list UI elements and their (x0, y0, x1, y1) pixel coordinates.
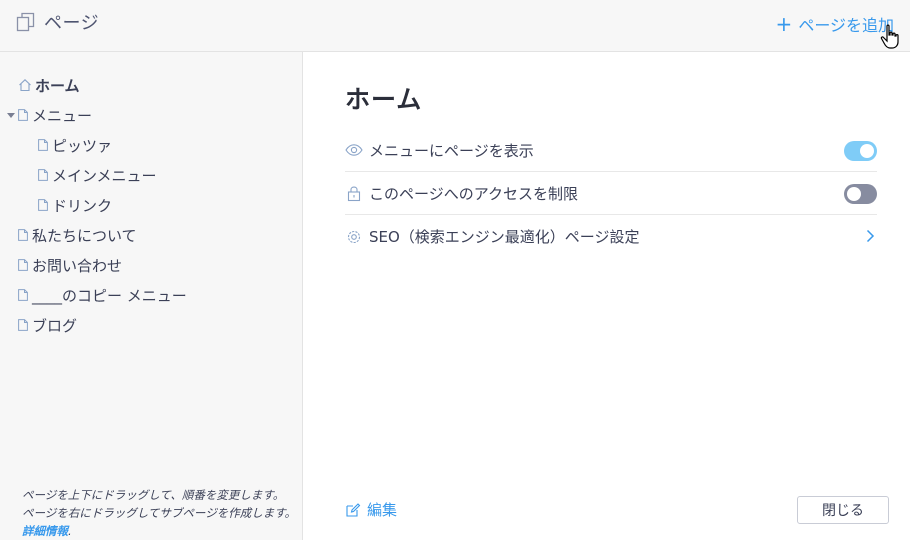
page-icon (18, 319, 28, 331)
page-settings-panel: ホーム メニューにページを表示 このページへのアクセスを制限 SEO（検索エンジ… (303, 52, 910, 540)
add-page-button[interactable]: + ページを追加 (776, 12, 894, 36)
plus-icon: + (775, 12, 793, 36)
page-icon (38, 139, 48, 151)
pencil-icon (346, 502, 361, 517)
hint-line-1: ページを上下にドラッグして、順番を変更します。 (22, 488, 285, 502)
hand-cursor-icon (880, 24, 899, 49)
setting-label: このページへのアクセスを制限 (369, 184, 578, 203)
chevron-right-icon (866, 229, 875, 243)
page-item-menu[interactable]: メニュー (0, 100, 302, 130)
eye-icon (345, 144, 363, 156)
page-item-label: ブログ (32, 316, 78, 335)
panel-title: ページ (44, 13, 100, 34)
lock-icon (347, 186, 361, 202)
setting-show-in-menu[interactable]: メニューにページを表示 (345, 129, 877, 172)
setting-label: メニューにページを表示 (369, 141, 534, 160)
toggle-knob (847, 187, 861, 201)
page-icon (38, 169, 48, 181)
panel-header: ページ + ページを追加 (0, 0, 910, 52)
page-item-label: メニュー (32, 106, 93, 125)
page-item-main-menu[interactable]: メインメニュー (0, 160, 302, 190)
page-icon (18, 289, 28, 301)
page-item-pizza[interactable]: ピッツァ (0, 130, 302, 160)
restrict-access-toggle[interactable] (844, 184, 877, 204)
toggle-knob (860, 144, 874, 158)
page-item-home[interactable]: ホーム (0, 70, 302, 100)
page-icon (18, 109, 28, 121)
page-item-menu-copy[interactable]: ____のコピー メニュー (0, 280, 302, 310)
learn-more-link[interactable]: 詳細情報 (22, 524, 68, 538)
pages-icon (16, 12, 35, 32)
page-item-blog[interactable]: ブログ (0, 310, 302, 340)
home-icon (19, 79, 31, 92)
page-item-label: ホーム (35, 76, 80, 95)
show-in-menu-toggle[interactable] (844, 141, 877, 161)
page-item-label: ピッツァ (52, 136, 113, 155)
page-icon (18, 229, 28, 241)
edit-button[interactable]: 編集 (345, 499, 397, 520)
page-item-label: メインメニュー (52, 166, 157, 185)
page-icon (18, 259, 28, 271)
setting-seo[interactable]: SEO（検索エンジン最適化）ページ設定 (345, 215, 877, 258)
page-item-label: お問い合わせ (32, 256, 123, 275)
page-title: ホーム (345, 85, 423, 114)
setting-label: SEO（検索エンジン最適化）ページ設定 (369, 228, 640, 246)
page-item-label: ____のコピー メニュー (32, 286, 187, 305)
header-title: ページ (16, 9, 99, 35)
page-item-about[interactable]: 私たちについて (0, 220, 302, 250)
gear-icon (347, 230, 361, 243)
page-item-label: 私たちについて (32, 226, 137, 245)
page-item-drinks[interactable]: ドリンク (0, 190, 302, 220)
pages-sidebar: ホーム メニュー ピッツァ メインメニュー ドリンク 私たちについて お問い合わ… (0, 52, 303, 540)
page-item-label: ドリンク (52, 196, 113, 215)
edit-label: 編集 (367, 501, 398, 519)
page-icon (38, 199, 48, 211)
settings-list: メニューにページを表示 このページへのアクセスを制限 SEO（検索エンジン最適化… (345, 129, 877, 258)
caret-down-icon[interactable] (7, 113, 15, 118)
close-button[interactable]: 閉じる (797, 496, 889, 524)
setting-restrict-access[interactable]: このページへのアクセスを制限 (345, 172, 877, 215)
page-tree: ホーム メニュー ピッツァ メインメニュー ドリンク 私たちについて お問い合わ… (0, 70, 302, 340)
page-item-contact[interactable]: お問い合わせ (0, 250, 302, 280)
hint-line-2: ページを右にドラッグしてサブページを作成します。詳細情報. (22, 506, 297, 538)
drag-hint: ページを上下にドラッグして、順番を変更します。 ページを右にドラッグしてサブペー… (22, 486, 297, 540)
